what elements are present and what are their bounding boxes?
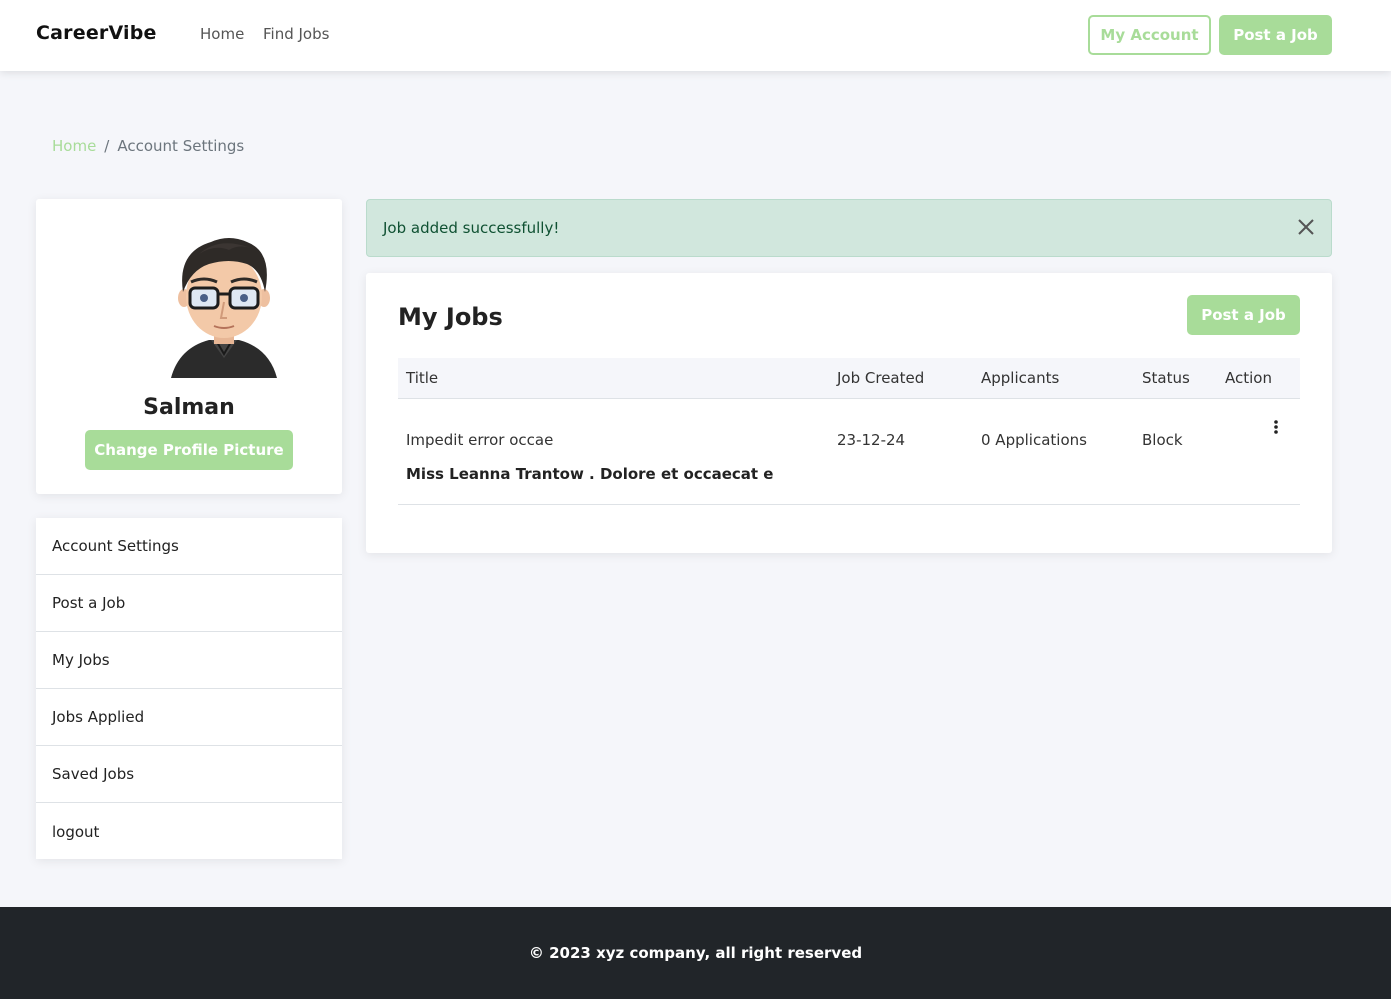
change-profile-picture-button[interactable]: Change Profile Picture: [85, 430, 293, 470]
sidebar-item-jobs-applied[interactable]: Jobs Applied: [36, 689, 342, 746]
brand-logo[interactable]: CareerVibe: [36, 22, 157, 44]
footer-copyright: © 2023 xyz company, all right reserved: [528, 944, 863, 962]
breadcrumb-separator: /: [104, 137, 110, 155]
table-row: Impedit error occae Miss Leanna Trantow …: [398, 399, 1300, 505]
sidebar-item-account-settings[interactable]: Account Settings: [36, 518, 342, 575]
job-subtitle: Miss Leanna Trantow . Dolore et occaecat…: [406, 465, 774, 483]
navbar: CareerVibe Home Find Jobs My Account Pos…: [0, 0, 1391, 71]
close-icon[interactable]: [1295, 216, 1317, 238]
alert-message: Job added successfully!: [383, 219, 560, 237]
job-status: Block: [1142, 431, 1183, 449]
profile-name: Salman: [143, 395, 235, 420]
my-account-button[interactable]: My Account: [1088, 15, 1211, 55]
column-header-job-created: Job Created: [837, 369, 925, 387]
profile-card: Salman Change Profile Picture: [36, 199, 342, 494]
column-header-action: Action: [1225, 369, 1272, 387]
avatar: [171, 238, 277, 378]
job-title: Impedit error occae: [406, 431, 554, 449]
kebab-menu-icon[interactable]: [1273, 419, 1279, 435]
page-title: My Jobs: [398, 303, 503, 331]
breadcrumb-current: Account Settings: [117, 137, 245, 155]
my-jobs-card: My Jobs Post a Job Title Job Created App…: [366, 273, 1332, 553]
job-created-date: 23-12-24: [837, 431, 906, 449]
sidebar-item-my-jobs[interactable]: My Jobs: [36, 632, 342, 689]
nav-link-home[interactable]: Home: [200, 25, 244, 43]
sidebar-item-saved-jobs[interactable]: Saved Jobs: [36, 746, 342, 803]
breadcrumb-home[interactable]: Home: [52, 137, 96, 155]
column-header-title: Title: [406, 369, 439, 387]
sidebar-item-post-a-job[interactable]: Post a Job: [36, 575, 342, 632]
column-header-applicants: Applicants: [981, 369, 1060, 387]
nav-link-find-jobs[interactable]: Find Jobs: [263, 25, 329, 43]
post-job-button[interactable]: Post a Job: [1187, 295, 1300, 335]
success-alert: Job added successfully!: [366, 199, 1332, 257]
column-header-status: Status: [1142, 369, 1190, 387]
job-applicants: 0 Applications: [981, 431, 1087, 449]
breadcrumb: Home / Account Settings: [52, 137, 244, 155]
table-header: Title Job Created Applicants Status Acti…: [398, 358, 1300, 399]
sidebar-menu: Account Settings Post a Job My Jobs Jobs…: [36, 518, 342, 859]
footer: © 2023 xyz company, all right reserved: [0, 907, 1391, 999]
nav-post-job-button[interactable]: Post a Job: [1219, 15, 1332, 55]
sidebar-item-logout[interactable]: logout: [36, 803, 342, 860]
